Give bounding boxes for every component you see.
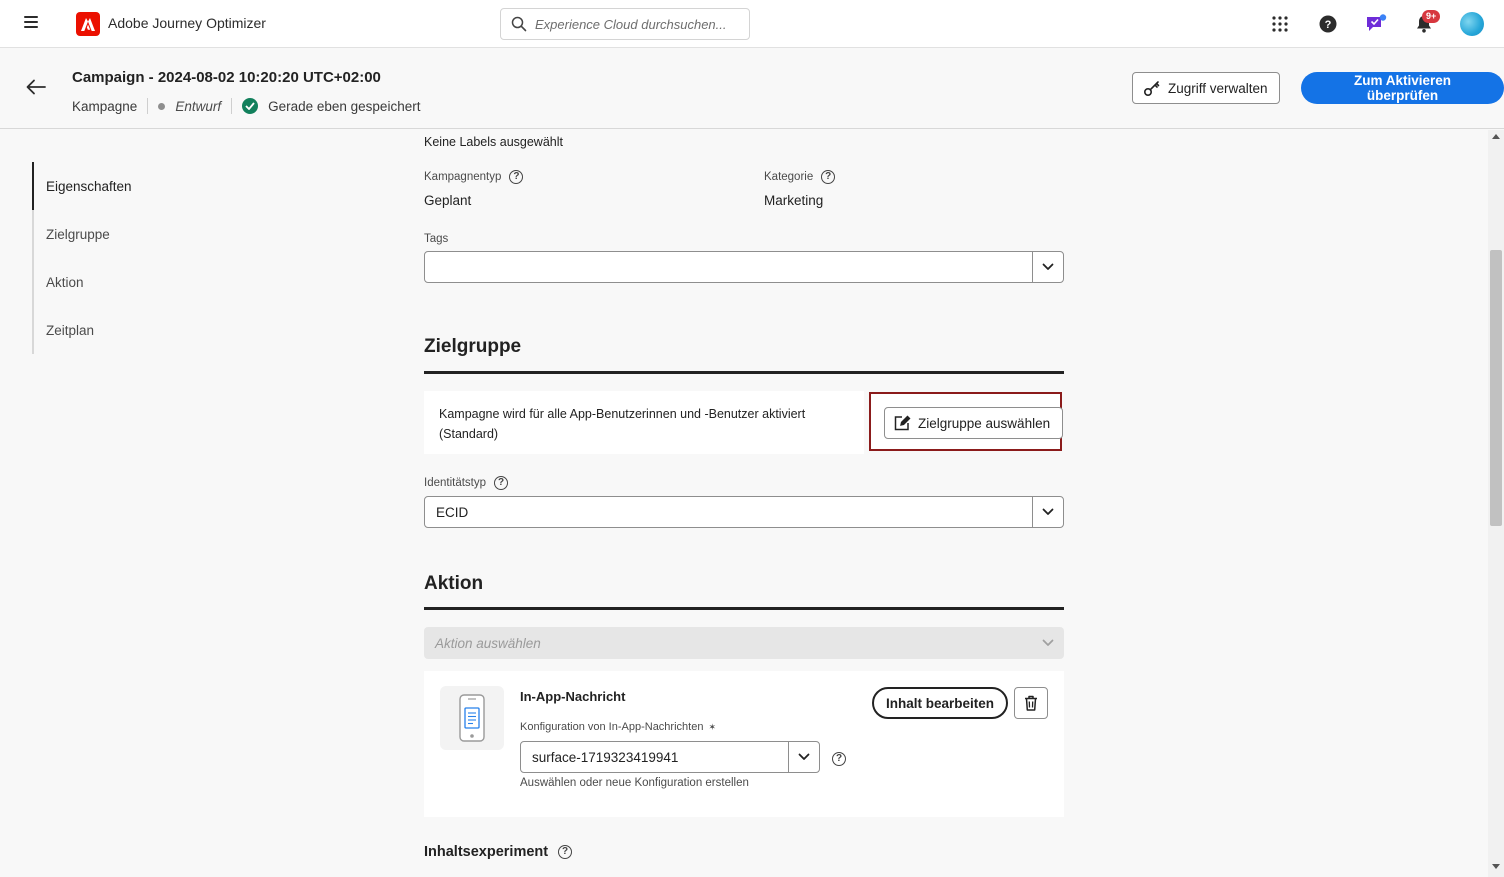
edit-content-button[interactable]: Inhalt bearbeiten <box>872 687 1009 719</box>
audience-info-card: Kampagne wird für alle App-Benutzerinnen… <box>424 391 864 454</box>
adobe-logo[interactable] <box>76 12 100 36</box>
action-select-disabled: Aktion auswählen <box>424 627 1064 659</box>
action-select-placeholder: Aktion auswählen <box>435 635 541 651</box>
scrollbar-thumb[interactable] <box>1490 250 1502 526</box>
scroll-up-arrow-icon[interactable] <box>1492 134 1500 139</box>
trash-icon <box>1025 695 1037 711</box>
identity-type-field-label: Identitätstyp ? <box>424 476 509 490</box>
search-input[interactable] <box>535 16 735 32</box>
required-mark: ✶ <box>708 721 716 732</box>
campaign-type-field-label: Kampagnentyp ? <box>424 170 524 184</box>
campaign-meta: Kampagne Entwurf Gerade eben gespeichert <box>72 98 420 114</box>
app-name[interactable]: Adobe Journey Optimizer <box>108 15 266 31</box>
key-icon <box>1143 81 1160 97</box>
shell-bar: Adobe Journey Optimizer ? 9+ <box>0 0 1504 48</box>
content-experiment-header: Inhaltsexperiment ? <box>424 844 573 860</box>
channel-name: In-App-Nachricht <box>520 689 626 704</box>
config-field-label: Konfiguration von In-App-Nachrichten ✶ <box>520 721 716 733</box>
help-icon[interactable]: ? <box>558 845 573 859</box>
nav-item-audience[interactable]: Zielgruppe <box>34 210 232 258</box>
svg-text:?: ? <box>1325 19 1332 31</box>
no-labels-text: Keine Labels ausgewählt <box>424 135 563 149</box>
nav-item-action[interactable]: Aktion <box>34 258 232 306</box>
content-experiment-title: Inhaltsexperiment <box>424 844 549 860</box>
help-icon[interactable]: ? <box>832 752 846 766</box>
config-help-text: Auswählen oder neue Konfiguration erstel… <box>520 777 749 789</box>
identity-type-select[interactable]: ECID <box>424 496 1064 528</box>
apps-grid-icon[interactable] <box>1268 12 1292 36</box>
campaign-type-value: Geplant <box>424 193 472 208</box>
section-divider <box>424 607 1064 610</box>
notifications-badge: 9+ <box>1422 10 1441 23</box>
campaign-type: Kampagne <box>72 98 138 114</box>
status-label: Entwurf <box>175 98 222 114</box>
section-nav: Eigenschaften Zielgruppe Aktion Zeitplan <box>32 162 232 354</box>
delete-button[interactable] <box>1014 687 1048 719</box>
back-arrow-icon[interactable] <box>26 79 46 98</box>
status-dot-icon <box>158 102 166 110</box>
search-icon <box>511 16 527 32</box>
search-field[interactable] <box>500 8 750 40</box>
nav-item-properties[interactable]: Eigenschaften <box>32 162 232 210</box>
audience-description-line2: (Standard) <box>439 427 499 441</box>
menu-icon[interactable] <box>24 16 38 30</box>
tags-combobox[interactable] <box>424 251 1064 283</box>
chevron-down-icon[interactable] <box>1032 497 1063 527</box>
mobile-phone-icon <box>440 686 504 750</box>
chevron-down-icon[interactable] <box>788 742 819 772</box>
campaign-type-label: Kampagnentyp <box>424 171 502 183</box>
edit-icon <box>894 415 911 431</box>
campaign-title: Campaign - 2024-08-02 10:20:20 UTC+02:00 <box>72 69 381 86</box>
manage-access-label: Zugriff verwalten <box>1168 80 1268 96</box>
select-audience-button[interactable]: Zielgruppe auswählen <box>884 407 1064 439</box>
help-icon[interactable]: ? <box>1316 12 1340 36</box>
chevron-down-icon <box>1042 639 1054 646</box>
user-avatar[interactable] <box>1460 12 1484 36</box>
section-divider <box>424 371 1064 374</box>
category-label: Kategorie <box>764 171 814 183</box>
chevron-down-icon[interactable] <box>1032 252 1063 282</box>
feedback-chat-icon[interactable] <box>1364 12 1388 36</box>
scroll-down-arrow-icon[interactable] <box>1492 864 1500 869</box>
help-icon[interactable]: ? <box>821 170 836 184</box>
tags-label: Tags <box>424 233 449 245</box>
audience-section-title: Zielgruppe <box>424 336 522 357</box>
category-value: Marketing <box>764 193 824 208</box>
category-field-label: Kategorie ? <box>764 170 836 184</box>
divider <box>231 98 233 114</box>
divider <box>147 98 149 114</box>
manage-access-button[interactable]: Zugriff verwalten <box>1132 72 1280 104</box>
in-app-message-card: In-App-Nachricht Konfiguration von In-Ap… <box>424 671 1064 817</box>
config-select[interactable]: surface-1719323419941 <box>520 741 820 773</box>
help-icon[interactable]: ? <box>509 170 524 184</box>
audience-description-line1: Kampagne wird für alle App-Benutzerinnen… <box>439 407 806 421</box>
identity-type-label: Identitätstyp <box>424 477 487 489</box>
check-circle-icon <box>242 98 259 114</box>
review-to-activate-button[interactable]: Zum Aktivieren überprüfen <box>1301 72 1504 104</box>
help-icon[interactable]: ? <box>494 476 509 490</box>
config-value: surface-1719323419941 <box>532 749 679 765</box>
save-status: Gerade eben gespeichert <box>268 98 421 114</box>
config-label: Konfiguration von In-App-Nachrichten <box>520 721 704 733</box>
action-section-title: Aktion <box>424 573 484 594</box>
select-audience-label: Zielgruppe auswählen <box>918 415 1051 431</box>
audience-description: Kampagne wird für alle App-Benutzerinnen… <box>439 404 805 444</box>
identity-type-value: ECID <box>436 504 469 520</box>
nav-item-schedule[interactable]: Zeitplan <box>34 306 232 354</box>
campaign-header: Campaign - 2024-08-02 10:20:20 UTC+02:00… <box>0 49 1504 129</box>
tags-input[interactable] <box>425 252 1032 282</box>
